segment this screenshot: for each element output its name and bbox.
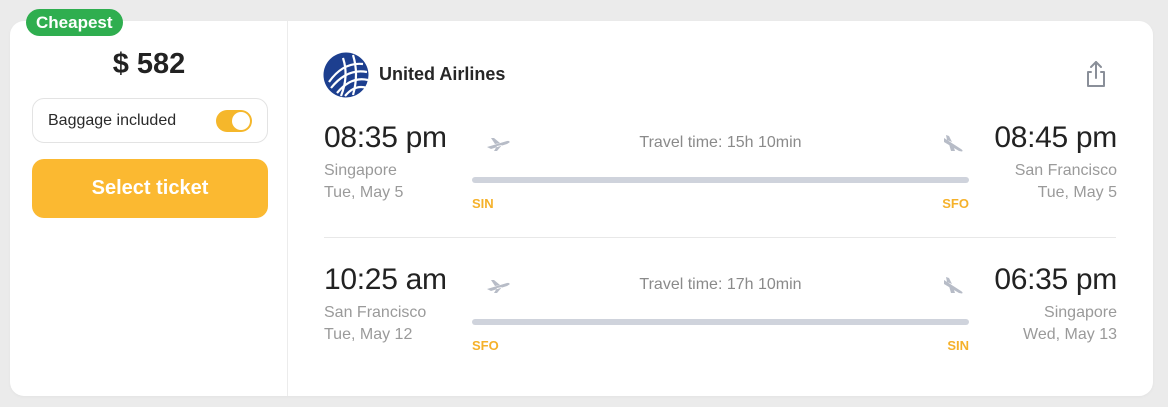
departure-date: Tue, May 5 [324, 184, 404, 201]
cheapest-badge: Cheapest [26, 9, 123, 36]
select-ticket-button[interactable]: Select ticket [32, 159, 268, 218]
departure-city: San Francisco [324, 304, 427, 321]
leg-divider [324, 237, 1116, 238]
arrival-airport-code: SIN [947, 338, 969, 353]
flight-card: $ 582 Baggage included Select ticket Uni… [10, 21, 1153, 396]
baggage-label: Baggage included [48, 111, 177, 129]
flight-route-bar [472, 177, 969, 183]
arrival-time: 08:45 pm [994, 121, 1117, 154]
flight-leg-return: 10:25 am San Francisco Tue, May 12 Trave… [289, 263, 1153, 373]
arrival-airport-code: SFO [942, 196, 969, 211]
departure-airport-code: SFO [472, 338, 499, 353]
departure-date: Tue, May 12 [324, 326, 413, 343]
departure-city: Singapore [324, 162, 397, 179]
baggage-option[interactable]: Baggage included [32, 98, 268, 143]
landing-plane-icon [944, 135, 963, 152]
airline-name: United Airlines [379, 64, 506, 84]
baggage-toggle[interactable] [216, 109, 252, 132]
itinerary-panel: United Airlines 08:35 pm Singapore Tue, … [289, 21, 1153, 396]
flight-route-bar [472, 319, 969, 325]
share-icon[interactable] [1083, 59, 1109, 89]
arrival-city: San Francisco [1014, 162, 1117, 179]
travel-time: Travel time: 17h 10min [639, 276, 802, 293]
united-globe-icon [323, 52, 369, 98]
arrival-city: Singapore [1044, 304, 1117, 321]
arrival-date: Wed, May 13 [1023, 326, 1117, 343]
arrival-date: Tue, May 5 [1037, 184, 1117, 201]
ticket-price: $ 582 [112, 48, 186, 80]
travel-time: Travel time: 15h 10min [639, 134, 802, 151]
landing-plane-icon [944, 277, 963, 294]
departure-airport-code: SIN [472, 196, 494, 211]
flight-leg-outbound: 08:35 pm Singapore Tue, May 5 Travel tim… [289, 121, 1153, 231]
departure-time: 08:35 pm [324, 121, 447, 154]
toggle-knob [232, 111, 250, 130]
departure-time: 10:25 am [324, 263, 447, 296]
arrival-time: 06:35 pm [994, 263, 1117, 296]
price-panel: $ 582 Baggage included Select ticket [10, 21, 288, 396]
